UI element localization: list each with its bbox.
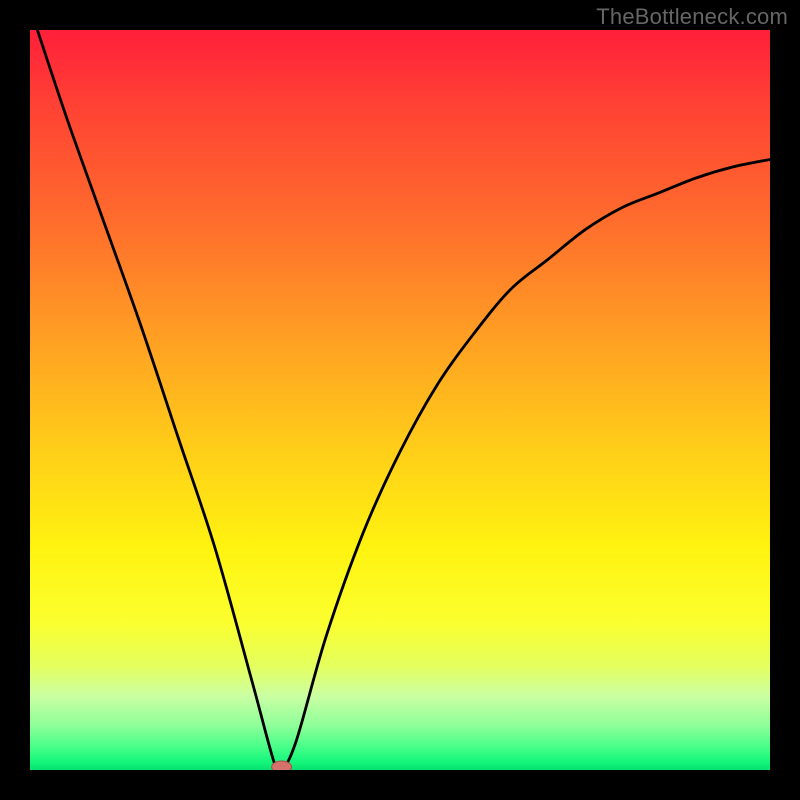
chart-svg xyxy=(30,30,770,770)
plot-area xyxy=(30,30,770,770)
chart-frame: TheBottleneck.com xyxy=(0,0,800,800)
minimum-marker xyxy=(272,761,292,770)
watermark-text: TheBottleneck.com xyxy=(596,4,788,30)
bottleneck-curve xyxy=(37,30,770,770)
